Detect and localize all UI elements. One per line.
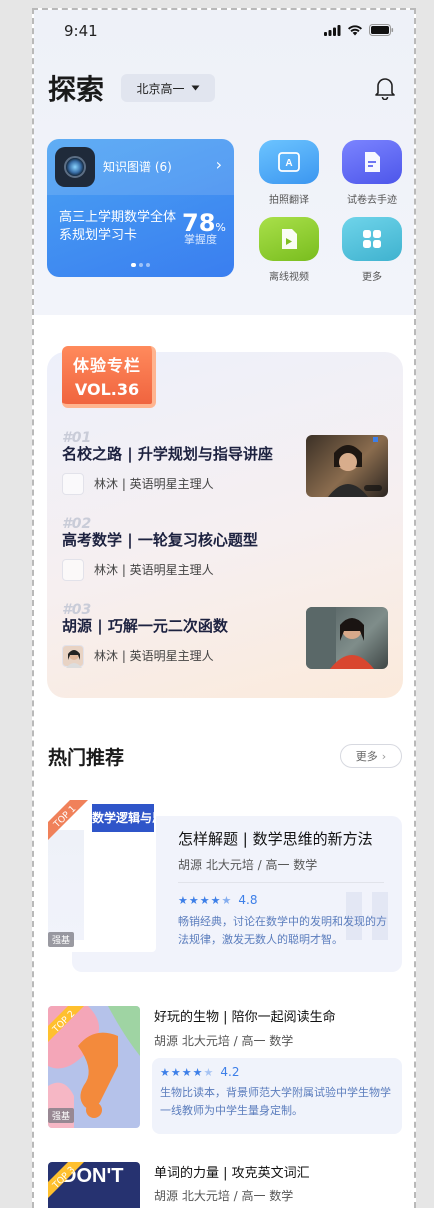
book-author: 胡源 北大元培 / 高一 数学	[154, 1034, 294, 1048]
more-grid-icon	[342, 217, 402, 261]
tool-translate[interactable]: A 拍照翻译	[254, 140, 324, 206]
star-icon: ★	[192, 1065, 203, 1079]
star-icon: ★	[199, 893, 210, 907]
avatar	[62, 473, 84, 495]
region-label: 北京高一	[136, 81, 185, 96]
rating-value: 4.2	[220, 1065, 240, 1079]
tool-label: 试卷去手迹	[347, 195, 397, 206]
knowledge-graph-label: 知识图谱 (6)	[103, 160, 172, 174]
translate-icon: A	[259, 140, 319, 184]
tool-label: 离线视频	[269, 272, 309, 283]
episode-host: 林沐 | 英语明星主理人	[94, 649, 214, 663]
section-title: 热门推荐	[48, 747, 125, 769]
episode-item[interactable]: #02 高考数学 | 一轮复习核心题型 林沐 | 英语明星主理人	[48, 516, 308, 586]
region-selector[interactable]: 北京高一	[121, 74, 215, 102]
tool-paper-clean[interactable]: 试卷去手迹	[337, 140, 407, 206]
bell-icon[interactable]	[374, 76, 396, 100]
battery-icon	[369, 24, 394, 36]
badge-volume: VOL.36	[74, 380, 140, 399]
book-description: 生物比读本，背景师范大学附属试验中学生物学一线教师为中学生量身定制。	[160, 1086, 391, 1117]
episode-thumbnail[interactable]	[306, 435, 388, 497]
star-icon: ★	[181, 1065, 192, 1079]
page-title: 探索	[48, 73, 105, 106]
episode-host: 林沐 | 英语明星主理人	[94, 477, 214, 491]
book-author: 胡源 北大元培 / 高一 数学	[154, 1189, 294, 1203]
category-tag: 强基	[48, 932, 75, 947]
book-title: 怎样解题 | 数学思维的新方法	[178, 830, 373, 848]
rating: ★ ★ ★ ★ ★ 4.2	[160, 1065, 239, 1079]
status-time: 9:41	[64, 22, 98, 40]
avatar	[62, 645, 84, 668]
cover-fade	[48, 830, 84, 940]
chevron-right-icon: ›	[381, 749, 387, 763]
book-author: 胡源 北大元培 / 高一 数学	[178, 858, 318, 872]
avatar	[62, 559, 84, 581]
more-button[interactable]: 更多 ›	[340, 744, 402, 768]
rating-value: 4.8	[238, 893, 258, 907]
more-label: 更多	[355, 750, 378, 763]
study-plan-card[interactable]: 知识图谱 (6) › 高三上学期数学全体系规划学习卡 78% 掌握度	[47, 139, 234, 277]
carousel-dots	[131, 263, 150, 267]
episode-title: 名校之路 | 升学规划与指导讲座	[62, 445, 273, 463]
episode-item[interactable]: #03 胡源 | 巧解一元二次函数 林沐 | 英语明星主理人	[48, 602, 308, 672]
svg-text:A: A	[285, 158, 292, 169]
divider	[178, 882, 384, 883]
star-icon: ★	[210, 893, 221, 907]
cover-title: 数学逻辑与思维	[92, 804, 154, 832]
tool-offline-video[interactable]: 离线视频	[254, 217, 324, 283]
signal-icon	[324, 24, 341, 36]
column-badge: 体验专栏 VOL.36	[62, 346, 156, 408]
mastery-label: 掌握度	[184, 233, 217, 246]
star-icon: ★	[160, 1065, 170, 1079]
episode-thumbnail[interactable]	[306, 607, 388, 669]
paper-icon	[342, 140, 402, 184]
badge-title: 体验专栏	[72, 356, 141, 375]
star-half-icon: ★	[221, 893, 232, 907]
offline-video-icon	[259, 217, 319, 261]
book-description: 畅销经典，讨论在数学中的发明和发现的方法规律，激发无数人的聪明才智。	[178, 915, 387, 946]
episode-title: 高考数学 | 一轮复习核心题型	[62, 531, 258, 549]
caret-down-icon	[191, 85, 199, 91]
book-title: 单词的力量 | 攻克英文词汇	[154, 1166, 310, 1181]
wifi-icon	[348, 24, 362, 35]
star-icon: ★	[170, 1065, 181, 1079]
phone-screen: 9:41 探索 北京高一 知识图谱 (6) › 高三上学期数学全体系规划学习卡 …	[32, 8, 416, 1208]
star-empty-icon: ★	[203, 1065, 214, 1079]
episode-item[interactable]: #01 名校之路 | 升学规划与指导讲座 林沐 | 英语明星主理人	[48, 430, 308, 500]
star-icon: ★	[188, 893, 199, 907]
plan-title: 高三上学期数学全体系规划学习卡	[59, 210, 177, 243]
status-icons	[324, 24, 394, 36]
rank-ribbon: TOP 2	[48, 1006, 88, 1046]
chevron-right-icon[interactable]: ›	[216, 155, 222, 174]
status-bar: 9:41	[34, 10, 414, 54]
rank-ribbon: TOP 3	[48, 1162, 88, 1202]
rank-ribbon: TOP 1	[48, 800, 92, 844]
book-title: 好玩的生物 | 陪你一起阅读生命	[154, 1010, 336, 1025]
episode-title: 胡源 | 巧解一元二次函数	[62, 617, 228, 635]
mastery-percent: 78% 掌握度	[182, 209, 226, 246]
star-icon: ★	[178, 893, 188, 907]
category-tag: 强基	[48, 1108, 75, 1123]
episode-host: 林沐 | 英语明星主理人	[94, 563, 214, 577]
tool-more[interactable]: 更多	[337, 217, 407, 283]
tool-label: 更多	[362, 272, 382, 283]
camera-icon	[55, 147, 95, 187]
tool-label: 拍照翻译	[269, 195, 309, 206]
rating: ★ ★ ★ ★ ★ 4.8	[178, 893, 257, 907]
